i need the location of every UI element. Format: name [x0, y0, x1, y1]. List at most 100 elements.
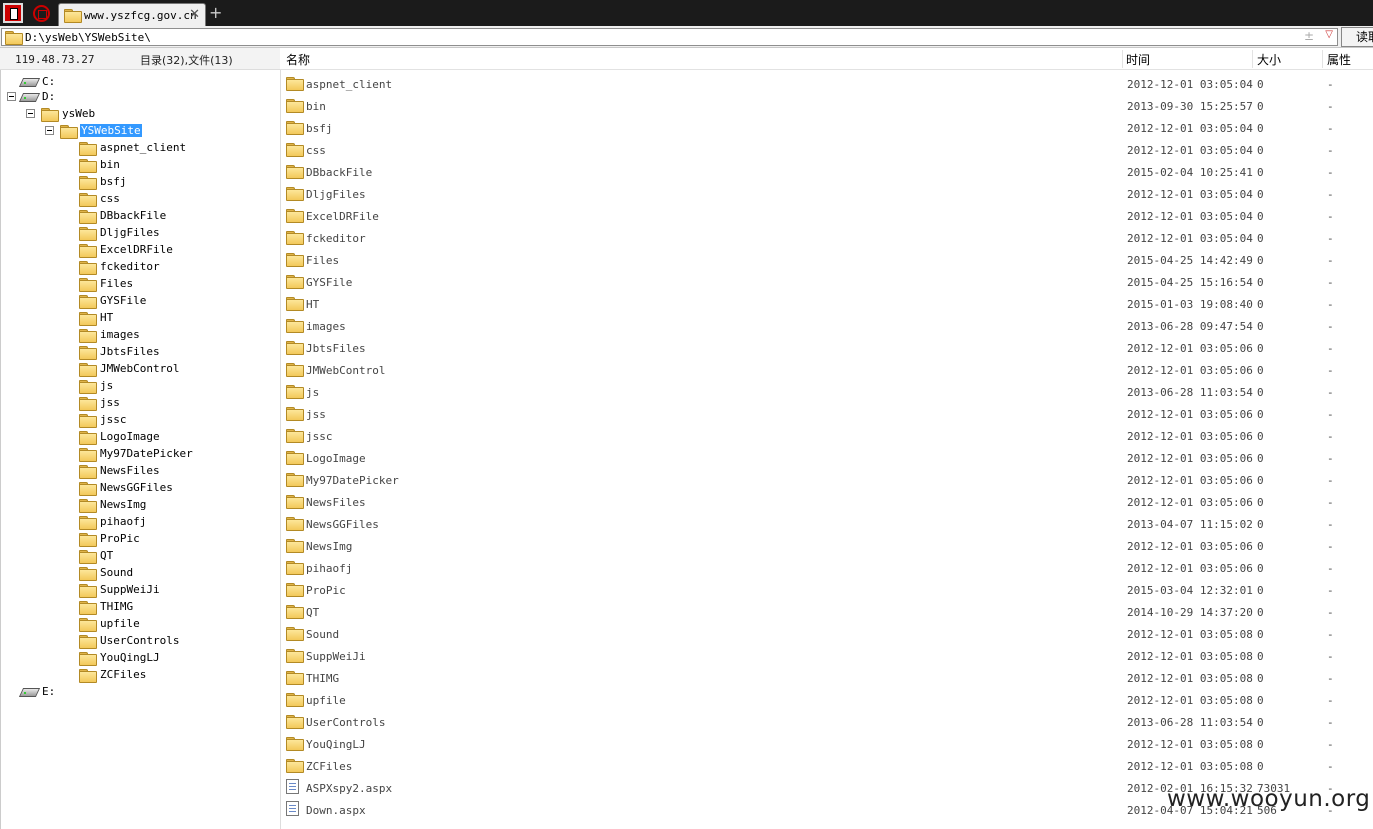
read-button[interactable]: 读取 [1341, 27, 1373, 47]
row-name[interactable]: HT [306, 298, 319, 311]
tree-item[interactable]: pihaofj [79, 513, 147, 530]
tree-item[interactable]: QT [79, 547, 114, 564]
tree-item-ysweb[interactable]: ysWeb [41, 105, 96, 122]
target-icon[interactable] [33, 5, 50, 22]
tree-item[interactable]: LogoImage [79, 428, 161, 445]
row-name[interactable]: GYSFile [306, 276, 352, 289]
tree-item[interactable]: upfile [79, 615, 141, 632]
table-row[interactable]: ExcelDRFile 2012-12-01 03:05:04 0 - [281, 205, 1373, 227]
tree-item[interactable]: My97DatePicker [79, 445, 194, 462]
tree-item[interactable]: fckeditor [79, 258, 161, 275]
column-divider[interactable] [1322, 50, 1323, 68]
close-icon[interactable]: ✕ [189, 7, 200, 22]
tree-item[interactable]: NewsGGFiles [79, 479, 174, 496]
row-name[interactable]: YouQingLJ [306, 738, 366, 751]
table-row[interactable]: QT 2014-10-29 14:37:20 0 - [281, 601, 1373, 623]
tree-drive-d[interactable]: D: [21, 88, 56, 105]
row-name[interactable]: NewsFiles [306, 496, 366, 509]
collapse-icon[interactable] [26, 109, 35, 118]
table-row[interactable]: JbtsFiles 2012-12-01 03:05:06 0 - [281, 337, 1373, 359]
row-name[interactable]: bsfj [306, 122, 333, 135]
tree-item[interactable]: GYSFile [79, 292, 147, 309]
tree-item[interactable]: jss [79, 394, 121, 411]
path-input[interactable]: D:\ysWeb\YSWebSite\ ± ▽ [1, 28, 1338, 46]
row-name[interactable]: ProPic [306, 584, 346, 597]
row-name[interactable]: js [306, 386, 319, 399]
tree-item[interactable]: images [79, 326, 141, 343]
row-name[interactable]: Down.aspx [306, 804, 366, 817]
row-name[interactable]: fckeditor [306, 232, 366, 245]
table-row[interactable]: JMWebControl 2012-12-01 03:05:06 0 - [281, 359, 1373, 381]
table-row[interactable]: My97DatePicker 2012-12-01 03:05:06 0 - [281, 469, 1373, 491]
tree-drive-e[interactable]: E: [21, 683, 56, 700]
column-attr[interactable]: 属性 [1327, 51, 1351, 68]
tree-item[interactable]: css [79, 190, 121, 207]
tree-item[interactable]: ZCFiles [79, 666, 147, 683]
row-name[interactable]: Sound [306, 628, 339, 641]
tree-item[interactable]: NewsImg [79, 496, 147, 513]
tree-item[interactable]: bsfj [79, 173, 128, 190]
table-row[interactable]: jss 2012-12-01 03:05:06 0 - [281, 403, 1373, 425]
table-row[interactable]: ProPic 2015-03-04 12:32:01 0 - [281, 579, 1373, 601]
table-row[interactable]: SuppWeiJi 2012-12-01 03:05:08 0 - [281, 645, 1373, 667]
table-row[interactable]: UserControls 2013-06-28 11:03:54 0 - [281, 711, 1373, 733]
table-row[interactable]: upfile 2012-12-01 03:05:08 0 - [281, 689, 1373, 711]
tree-item[interactable]: DBbackFile [79, 207, 167, 224]
row-name[interactable]: jssc [306, 430, 333, 443]
table-row[interactable]: NewsFiles 2012-12-01 03:05:06 0 - [281, 491, 1373, 513]
tree-item[interactable]: Sound [79, 564, 134, 581]
row-name[interactable]: DBbackFile [306, 166, 372, 179]
table-row[interactable]: js 2013-06-28 11:03:54 0 - [281, 381, 1373, 403]
row-name[interactable]: pihaofj [306, 562, 352, 575]
row-name[interactable]: My97DatePicker [306, 474, 399, 487]
collapse-icon[interactable] [7, 92, 16, 101]
row-name[interactable]: images [306, 320, 346, 333]
row-name[interactable]: LogoImage [306, 452, 366, 465]
table-row[interactable]: images 2013-06-28 09:47:54 0 - [281, 315, 1373, 337]
new-tab-button[interactable]: + [209, 3, 222, 22]
column-divider[interactable] [1252, 50, 1253, 68]
table-row[interactable]: css 2012-12-01 03:05:04 0 - [281, 139, 1373, 161]
row-name[interactable]: ZCFiles [306, 760, 352, 773]
tree-item[interactable]: Files [79, 275, 134, 292]
app-logo-icon[interactable] [3, 3, 23, 23]
row-name[interactable]: aspnet_client [306, 78, 392, 91]
tab-site[interactable]: www.yszfcg.gov.cn ✕ [58, 3, 206, 26]
column-size[interactable]: 大小 [1257, 51, 1281, 68]
row-name[interactable]: NewsImg [306, 540, 352, 553]
tree-item[interactable]: bin [79, 156, 121, 173]
table-row[interactable]: YouQingLJ 2012-12-01 03:05:08 0 - [281, 733, 1373, 755]
row-name[interactable]: Files [306, 254, 339, 267]
table-row[interactable]: DljgFiles 2012-12-01 03:05:04 0 - [281, 183, 1373, 205]
table-row[interactable]: GYSFile 2015-04-25 15:16:54 0 - [281, 271, 1373, 293]
column-time[interactable]: 时间 [1126, 51, 1150, 68]
table-row[interactable]: HT 2015-01-03 19:08:40 0 - [281, 293, 1373, 315]
row-name[interactable]: upfile [306, 694, 346, 707]
row-name[interactable]: ExcelDRFile [306, 210, 379, 223]
row-name[interactable]: jss [306, 408, 326, 421]
table-row[interactable]: DBbackFile 2015-02-04 10:25:41 0 - [281, 161, 1373, 183]
column-divider[interactable] [1122, 50, 1123, 68]
tree-item[interactable]: JbtsFiles [79, 343, 161, 360]
tree-item[interactable]: HT [79, 309, 114, 326]
tree-item[interactable]: ExcelDRFile [79, 241, 174, 258]
tree-item[interactable]: UserControls [79, 632, 180, 649]
row-name[interactable]: JbtsFiles [306, 342, 366, 355]
table-row[interactable]: jssc 2012-12-01 03:05:06 0 - [281, 425, 1373, 447]
row-name[interactable]: DljgFiles [306, 188, 366, 201]
plus-minus-icon[interactable]: ± [1304, 29, 1314, 43]
row-name[interactable]: THIMG [306, 672, 339, 685]
row-name[interactable]: bin [306, 100, 326, 113]
table-row[interactable]: LogoImage 2012-12-01 03:05:06 0 - [281, 447, 1373, 469]
table-row[interactable]: NewsGGFiles 2013-04-07 11:15:02 0 - [281, 513, 1373, 535]
table-row[interactable]: Sound 2012-12-01 03:05:08 0 - [281, 623, 1373, 645]
column-name[interactable]: 名称 [286, 51, 310, 68]
table-row[interactable]: fckeditor 2012-12-01 03:05:04 0 - [281, 227, 1373, 249]
table-row[interactable]: Files 2015-04-25 14:42:49 0 - [281, 249, 1373, 271]
collapse-icon[interactable] [45, 126, 54, 135]
table-row[interactable]: THIMG 2012-12-01 03:05:08 0 - [281, 667, 1373, 689]
tree-item[interactable]: aspnet_client [79, 139, 187, 156]
table-row[interactable]: pihaofj 2012-12-01 03:05:06 0 - [281, 557, 1373, 579]
row-name[interactable]: ASPXspy2.aspx [306, 782, 392, 795]
table-row[interactable]: bin 2013-09-30 15:25:57 0 - [281, 95, 1373, 117]
